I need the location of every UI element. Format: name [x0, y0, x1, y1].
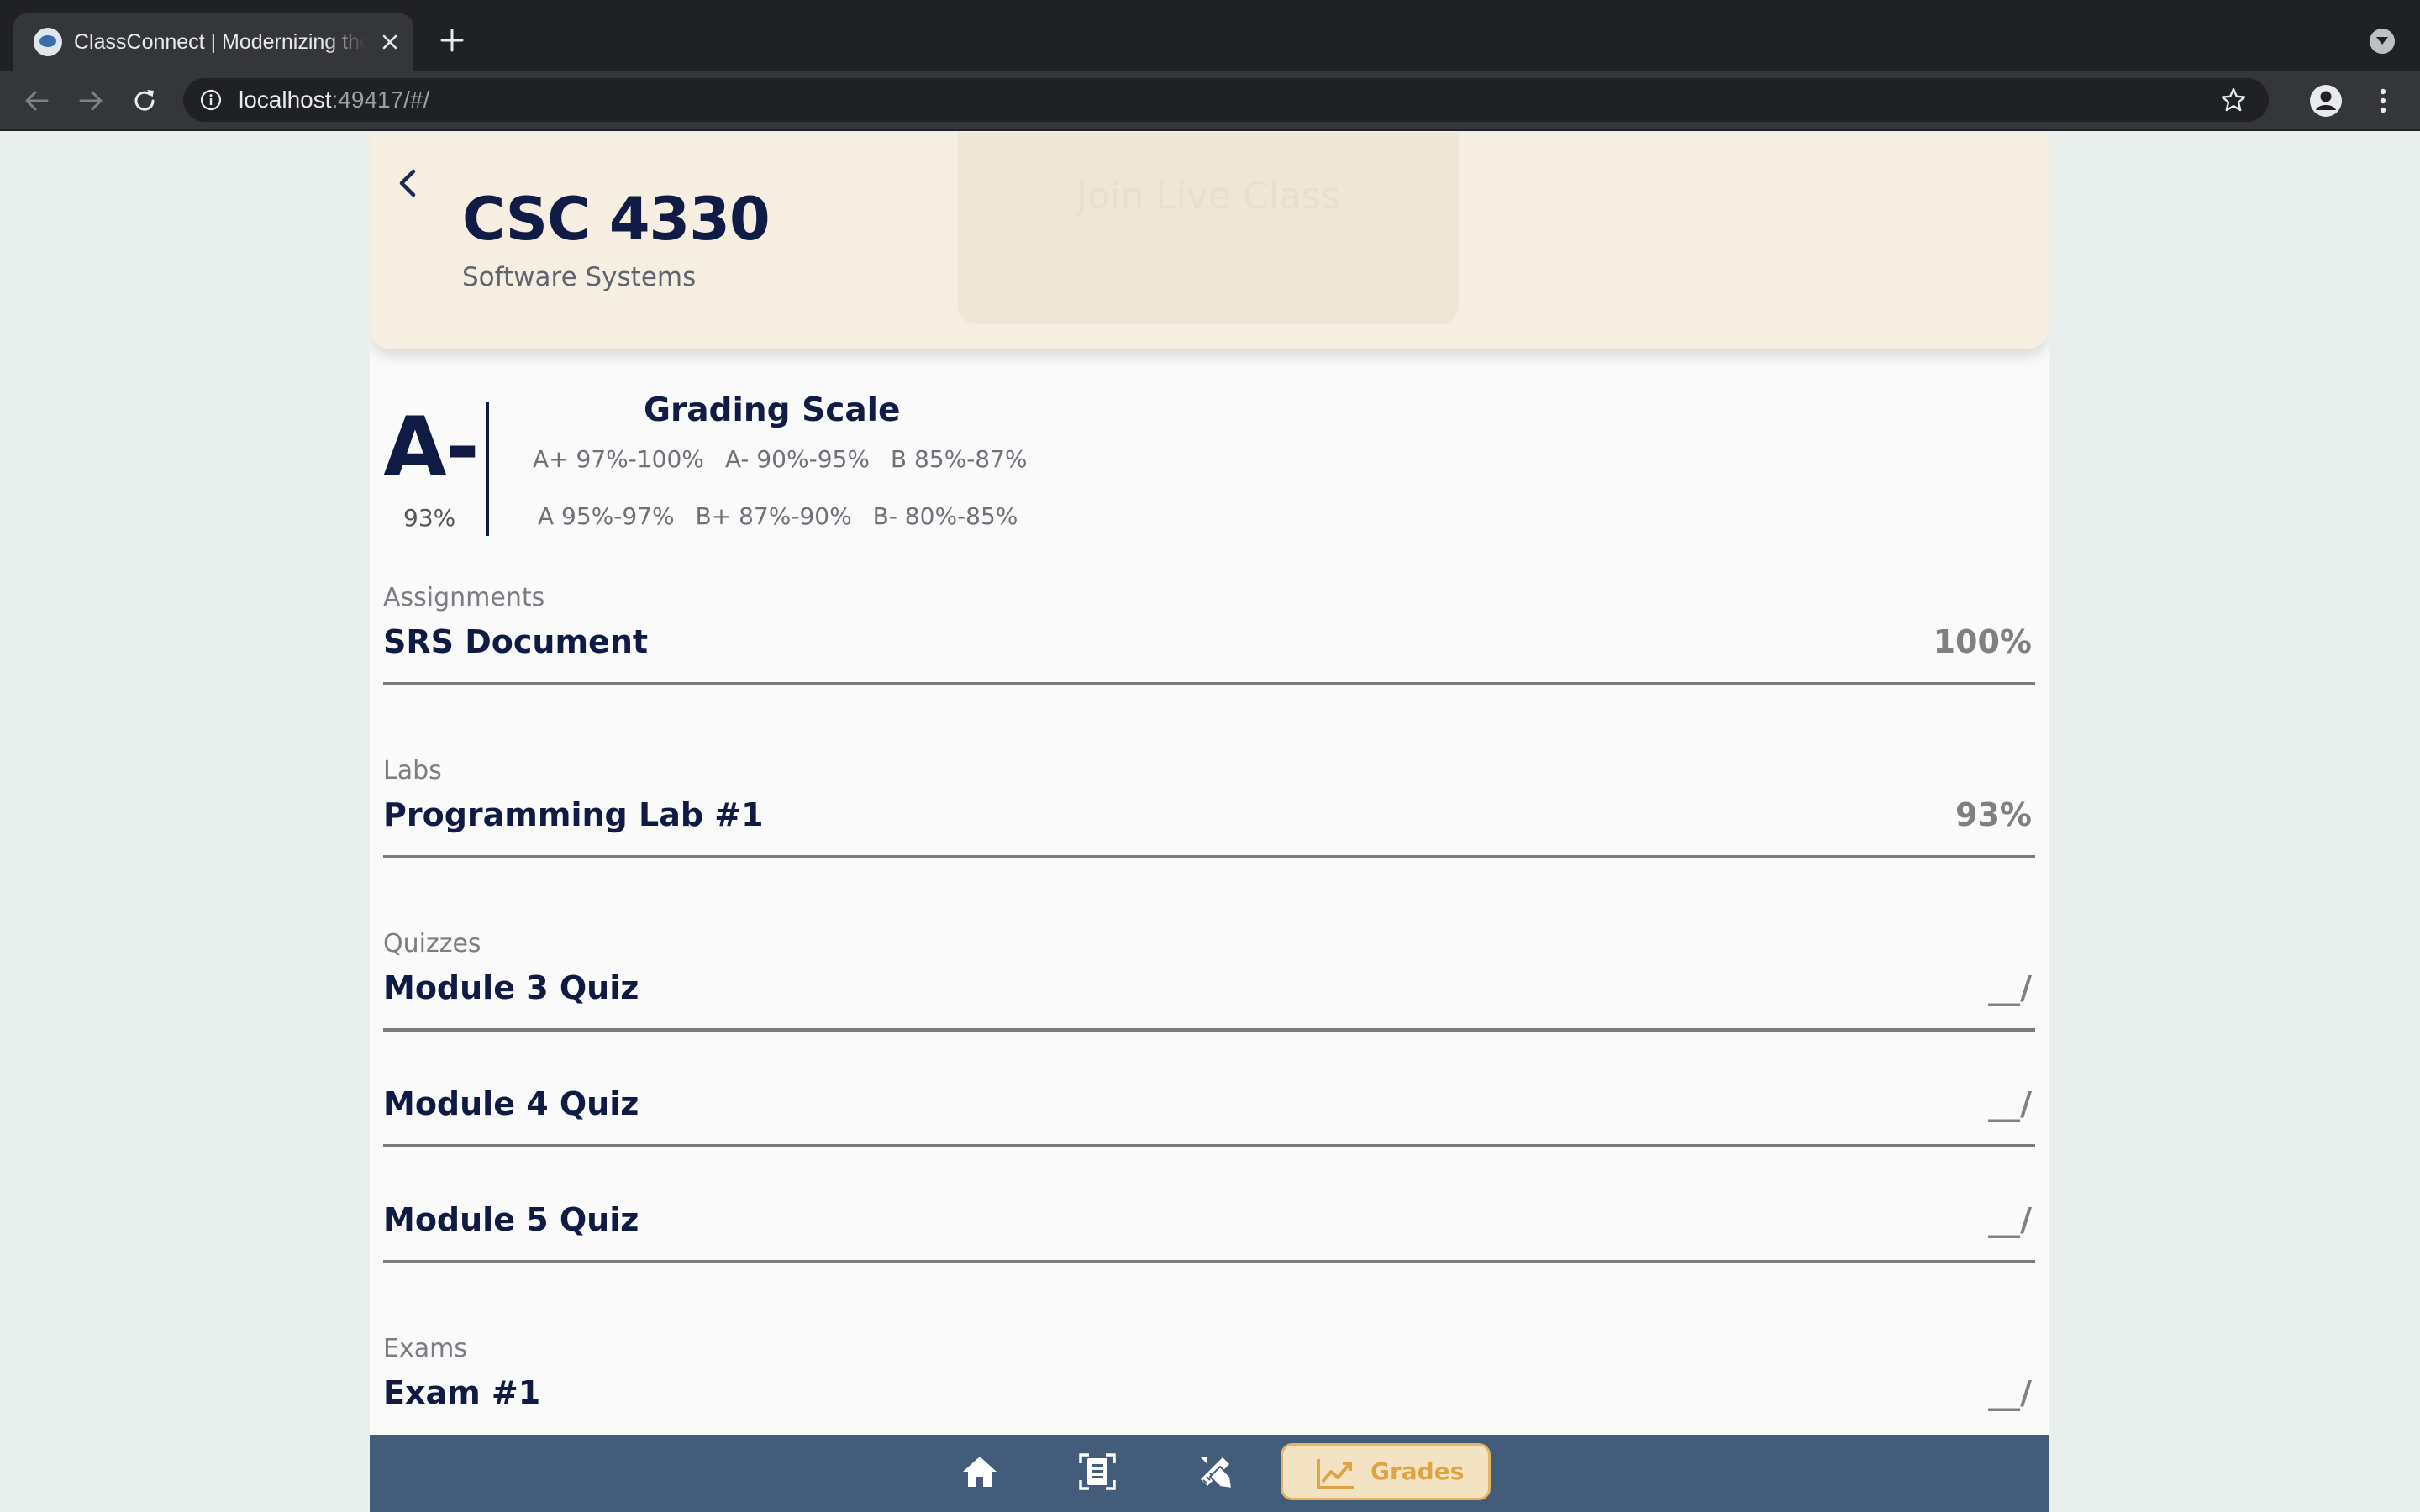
course-grades-page: Join Live Class CSC 4330 Software System…: [370, 133, 2049, 1512]
pencil-ruler-icon[interactable]: [1195, 1452, 1235, 1492]
grading-scale-entry: B+ 87%-90%: [695, 502, 852, 530]
grade-divider: [486, 402, 489, 536]
url-host: localhost: [239, 87, 332, 113]
row-divider: [383, 855, 2035, 858]
grading-scale-row: A 95%-97% B+ 87%-90% B- 80%-85%: [538, 502, 1031, 530]
url-path: :49417/#/: [331, 87, 430, 113]
close-icon[interactable]: [380, 32, 400, 52]
grading-scale-entry: B- 80%-85%: [872, 502, 1018, 530]
info-icon[interactable]: [200, 89, 222, 111]
grade-row[interactable]: Module 5 Quiz __/: [383, 1201, 2035, 1315]
profile-avatar-icon[interactable]: [2309, 84, 2343, 118]
grading-scale-entry: B 85%-87%: [890, 445, 1028, 473]
grade-item-score: __/: [1988, 969, 2032, 1006]
address-bar[interactable]: localhost:49417/#/: [183, 78, 2269, 122]
course-code: CSC 4330: [462, 185, 771, 254]
grade-item-score: 93%: [1955, 796, 2032, 833]
home-icon[interactable]: [960, 1452, 1000, 1492]
back-arrow-icon[interactable]: [22, 86, 52, 116]
browser-toolbar: localhost:49417/#/: [0, 71, 2420, 131]
grade-item-score: __/: [1988, 1085, 2032, 1122]
chart-line-icon: [1317, 1459, 1354, 1489]
grades-nav-label: Grades: [1370, 1457, 1465, 1485]
course-name: Software Systems: [462, 262, 697, 292]
url-text: localhost:49417/#/: [239, 78, 429, 122]
back-chevron-icon[interactable]: [393, 161, 424, 205]
grading-scale-title: Grading Scale: [644, 391, 901, 429]
grade-row[interactable]: SRS Document 100%: [383, 623, 2035, 738]
new-tab-icon[interactable]: [437, 25, 467, 55]
tab-search-button[interactable]: [2370, 29, 2395, 54]
grading-scale-entry: A+ 97%-100%: [533, 445, 704, 473]
grade-item-score: 100%: [1933, 623, 2032, 660]
grade-item-name: Programming Lab #1: [383, 796, 764, 833]
join-live-class-button[interactable]: Join Live Class: [958, 133, 1459, 324]
more-vert-icon[interactable]: [2373, 86, 2393, 116]
row-divider: [383, 682, 2035, 685]
forward-arrow-icon[interactable]: [76, 86, 106, 116]
grade-item-name: SRS Document: [383, 623, 649, 660]
chevron-down-icon: [2376, 37, 2388, 45]
grade-item-name: Exam #1: [383, 1374, 541, 1411]
grading-scale-entry: A- 90%-95%: [724, 445, 870, 473]
section-label-exams: Exams: [383, 1334, 467, 1363]
grade-row[interactable]: Programming Lab #1 93%: [383, 796, 2035, 911]
grade-row[interactable]: Module 4 Quiz __/: [383, 1085, 2035, 1200]
grading-scale-entry: A 95%-97%: [538, 502, 675, 530]
section-label-assignments: Assignments: [383, 583, 545, 612]
row-divider: [383, 1260, 2035, 1263]
grading-scale-row: A+ 97%-100% A- 90%-95% B 85%-87%: [533, 445, 1041, 473]
row-divider: [383, 1144, 2035, 1147]
section-label-quizzes: Quizzes: [383, 929, 481, 958]
browser-tab[interactable]: ClassConnect | Modernizing the Classroom: [13, 13, 413, 71]
reload-icon[interactable]: [129, 86, 160, 116]
grade-item-name: Module 5 Quiz: [383, 1201, 639, 1238]
overall-grade-letter: A-: [383, 400, 480, 496]
section-label-labs: Labs: [383, 756, 442, 785]
browser-tab-bar: ClassConnect | Modernizing the Classroom: [0, 0, 2420, 71]
tab-title: ClassConnect | Modernizing the Classroom: [74, 30, 365, 54]
grade-item-score: __/: [1988, 1374, 2032, 1411]
grades-nav-tab[interactable]: Grades: [1281, 1443, 1491, 1500]
grade-item-name: Module 4 Quiz: [383, 1085, 639, 1122]
classconnect-favicon-icon: [34, 28, 62, 56]
row-divider: [383, 1028, 2035, 1032]
bookmark-star-icon[interactable]: [2220, 87, 2247, 113]
join-live-class-label: Join Live Class: [1076, 175, 1340, 218]
document-icon[interactable]: [1077, 1452, 1118, 1492]
overall-grade-percent: 93%: [403, 504, 456, 532]
grade-item-score: __/: [1988, 1201, 2032, 1238]
grade-item-name: Module 3 Quiz: [383, 969, 639, 1006]
grade-row[interactable]: Module 3 Quiz __/: [383, 969, 2035, 1084]
course-header: Join Live Class CSC 4330 Software System…: [370, 133, 2049, 349]
bottom-nav-bar: Grades: [370, 1435, 2049, 1512]
